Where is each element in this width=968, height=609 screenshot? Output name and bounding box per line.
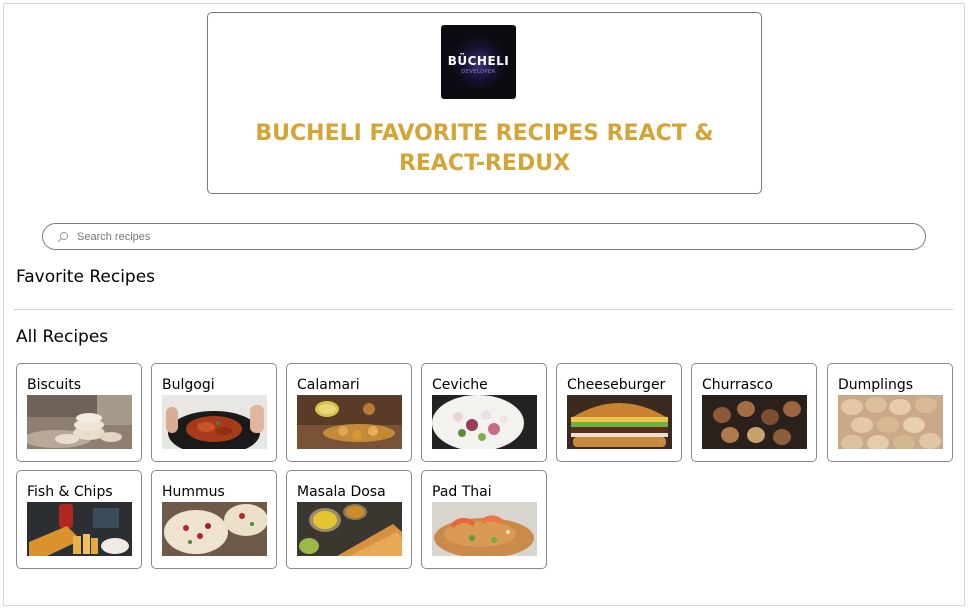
recipe-card-masala-dosa[interactable]: Masala Dosa — [286, 470, 412, 569]
logo-subtext: DEVELOPER — [461, 69, 496, 75]
header-card: BÜCHELI DEVELOPER BUCHELI FAVORITE RECIP… — [207, 12, 762, 194]
recipe-name: Biscuits — [27, 377, 82, 393]
recipe-card-bulgogi[interactable]: Bulgogi — [151, 363, 277, 462]
cheeseburger-photo — [567, 395, 672, 449]
bucheli-logo: BÜCHELI DEVELOPER — [441, 25, 516, 99]
hummus-photo — [162, 502, 267, 556]
recipe-name: Pad Thai — [432, 484, 492, 500]
recipe-card-calamari[interactable]: Calamari — [286, 363, 412, 462]
recipe-card-churrasco[interactable]: Churrasco — [691, 363, 817, 462]
favorite-recipes-heading: Favorite Recipes — [16, 267, 156, 287]
recipe-card-biscuits[interactable]: Biscuits — [16, 363, 142, 462]
recipe-name: Bulgogi — [162, 377, 215, 393]
bulgogi-photo — [162, 395, 267, 449]
recipe-name: Fish & Chips — [27, 484, 113, 500]
calamari-photo — [297, 395, 402, 449]
recipe-name: Cheeseburger — [567, 377, 666, 393]
ceviche-photo — [432, 395, 537, 449]
search-icon — [57, 231, 69, 243]
recipe-name: Hummus — [162, 484, 225, 500]
biscuits-photo — [27, 395, 132, 449]
dumplings-photo — [838, 395, 943, 449]
recipe-name: Ceviche — [432, 377, 488, 393]
recipe-card-fish-and-chips[interactable]: Fish & Chips — [16, 470, 142, 569]
recipe-card-ceviche[interactable]: Ceviche — [421, 363, 547, 462]
recipe-card-pad-thai[interactable]: Pad Thai — [421, 470, 547, 569]
recipe-name: Calamari — [297, 377, 360, 393]
recipe-card-hummus[interactable]: Hummus — [151, 470, 277, 569]
recipe-name: Churrasco — [702, 377, 773, 393]
all-recipes-heading: All Recipes — [16, 327, 109, 347]
search-bar[interactable] — [42, 223, 926, 250]
search-input[interactable] — [77, 226, 925, 247]
recipe-card-dumplings[interactable]: Dumplings — [827, 363, 953, 462]
section-divider — [14, 309, 953, 310]
recipe-card-cheeseburger[interactable]: Cheeseburger — [556, 363, 682, 462]
churrasco-photo — [702, 395, 807, 449]
masala-dosa-photo — [297, 502, 402, 556]
recipe-name: Dumplings — [838, 377, 914, 393]
fish-and-chips-photo — [27, 502, 132, 556]
pad-thai-photo — [432, 502, 537, 556]
logo-text: BÜCHELI — [447, 54, 510, 68]
recipe-name: Masala Dosa — [297, 484, 386, 500]
app-title: BUCHELI FAVORITE RECIPES REACT & REACT-R… — [255, 121, 714, 176]
